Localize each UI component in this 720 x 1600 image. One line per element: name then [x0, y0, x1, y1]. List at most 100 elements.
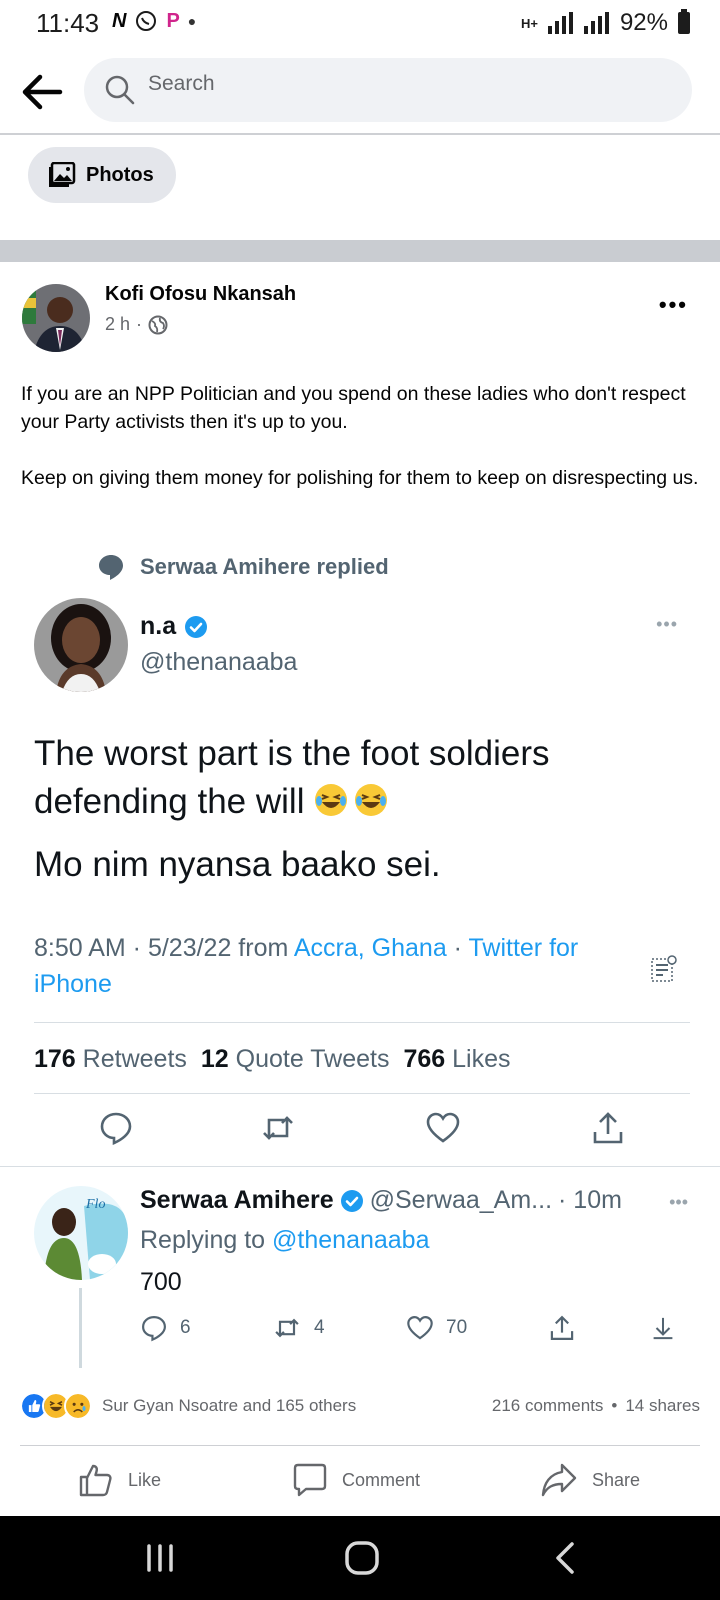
header-divider	[0, 133, 720, 135]
comment-icon	[293, 1463, 327, 1497]
whatsapp-icon	[136, 11, 157, 31]
reply-text: 700	[140, 1268, 182, 1296]
tweet-body: The worst part is the foot soldiers defe…	[34, 730, 684, 826]
sad-reaction-icon	[64, 1392, 92, 1420]
engagement-counts: 216 comments • 14 shares	[492, 1396, 700, 1416]
tweet-author-avatar-image	[34, 598, 128, 692]
speech-bubble-icon	[99, 555, 123, 580]
laughing-tears-emoji-icon	[355, 784, 388, 816]
share-arrow-icon	[541, 1463, 577, 1497]
tweet-body-line2: Mo nim nyansa baako sei.	[34, 845, 441, 884]
post-actions: Like Comment Share	[0, 1462, 720, 1518]
battery-icon	[678, 9, 690, 34]
author-avatar[interactable]	[22, 284, 90, 352]
reply-share-icon	[550, 1315, 574, 1340]
verified-badge-icon	[340, 1189, 363, 1212]
meta-separator: ·	[136, 314, 143, 334]
likes-stat: 766 Likes	[403, 1045, 511, 1073]
tweet-location: Accra, Ghana	[293, 934, 447, 962]
status-time: 11:43	[36, 8, 100, 38]
thumbs-up-icon	[79, 1464, 112, 1497]
tweet-body-line1: The worst part is the foot soldiers defe…	[34, 734, 550, 821]
section-separator	[0, 240, 720, 262]
post-more-options-icon[interactable]: •••	[659, 292, 688, 318]
tweet-stats: 176 Retweets 12 Quote Tweets 766 Likes	[34, 1045, 511, 1074]
counts-separator: •	[611, 1396, 618, 1415]
replying-prefix: Replying to	[140, 1226, 273, 1254]
status-bar: 11:43 N P ● H+ 92%	[0, 0, 720, 46]
picsart-icon: P	[166, 9, 180, 32]
tweet-divider	[34, 1093, 690, 1094]
tweet-analytics-icon	[651, 955, 677, 982]
quote-tweets-stat: 12 Quote Tweets	[200, 1045, 390, 1073]
reply-retweet-icon	[275, 1318, 299, 1338]
tweet-share-icon	[593, 1112, 623, 1144]
tweet-actions	[0, 1110, 720, 1154]
network-type-icon: H+	[520, 15, 538, 31]
like-button[interactable]: Like	[78, 1462, 161, 1498]
back-arrow-icon[interactable]	[20, 72, 64, 112]
reply-download	[650, 1314, 676, 1342]
reactions-summary[interactable]: Sur Gyan Nsoatre and 165 others	[20, 1392, 356, 1420]
reactions-text: Sur Gyan Nsoatre and 165 others	[102, 1396, 357, 1415]
search-icon	[105, 75, 135, 105]
public-globe-icon	[148, 315, 168, 334]
recent-apps-icon[interactable]	[140, 1540, 180, 1576]
reply-likes-count: 70	[446, 1317, 468, 1338]
verified-badge-icon	[185, 615, 208, 638]
post-author-name[interactable]: Kofi Ofosu Nkansah	[105, 283, 296, 306]
share-label: Share	[592, 1469, 641, 1490]
reply-author-avatar-image: Flo	[34, 1186, 128, 1280]
battery-percent: 92%	[619, 9, 668, 36]
photos-icon	[49, 162, 76, 187]
status-right: H+ 92%	[521, 9, 690, 37]
tweet-like-icon	[426, 1112, 460, 1143]
download-icon	[653, 1317, 673, 1340]
post-paragraph: Keep on giving them money for polishing …	[21, 467, 699, 489]
more-notifications-icon: ●	[187, 13, 197, 29]
reply-more-icon: •••	[669, 1192, 688, 1212]
replying-to-handle: @thenanaaba	[272, 1226, 430, 1254]
reply-author-avatar: Flo	[34, 1186, 128, 1280]
post-meta: 2 h ·	[105, 314, 168, 335]
tweet-retweet-icon	[263, 1116, 293, 1140]
search-input[interactable]	[148, 72, 648, 96]
reply-retweets: 4	[272, 1314, 325, 1342]
back-nav-icon[interactable]	[546, 1540, 586, 1576]
reply-likes: 70	[406, 1314, 467, 1342]
tweet-reply-indicator: Serwaa Amihere replied	[96, 552, 389, 582]
tweet-time: 8:50 AM · 5/23/22 from	[34, 934, 294, 962]
tweet-meta-separator: ·	[446, 934, 469, 962]
system-nav-bar	[0, 1516, 720, 1600]
reply-replies: 6	[140, 1314, 191, 1342]
reply-comment-icon	[142, 1316, 166, 1342]
status-app-icons: N P ●	[112, 9, 196, 33]
tweet-handle: @thenanaaba	[140, 648, 298, 676]
post-time[interactable]: 2 h	[105, 314, 130, 335]
tweet-author-avatar	[34, 598, 128, 692]
search-box[interactable]	[84, 58, 692, 122]
home-icon[interactable]	[342, 1540, 382, 1576]
reply-header: Serwaa Amihere @Serwaa_Am... · 10m	[140, 1186, 622, 1215]
reply-replies-count: 6	[180, 1317, 191, 1338]
share-button[interactable]: Share	[540, 1462, 640, 1498]
photos-filter-chip[interactable]: Photos	[28, 147, 176, 203]
like-label: Like	[128, 1469, 162, 1490]
laughing-tears-emoji-icon	[315, 784, 348, 816]
search-header	[0, 56, 720, 132]
post-text: If you are an NPP Politician and you spe…	[21, 380, 701, 520]
reply-indicator-label: Serwaa Amihere replied	[140, 554, 389, 579]
notification-app-icon: N	[112, 9, 127, 32]
tweet-divider	[0, 1166, 720, 1167]
reply-retweets-count: 4	[314, 1317, 325, 1338]
comment-button[interactable]: Comment	[292, 1462, 420, 1498]
comment-label: Comment	[342, 1469, 421, 1490]
signal-icon-2	[583, 12, 609, 34]
photos-chip-label: Photos	[86, 163, 154, 186]
tweet-reply-icon	[100, 1112, 132, 1145]
replying-to: Replying to @thenanaaba	[140, 1226, 430, 1255]
svg-text:Flo: Flo	[85, 1197, 105, 1212]
comments-count[interactable]: 216 comments	[492, 1396, 604, 1416]
shares-count[interactable]: 14 shares	[625, 1396, 700, 1416]
reply-like-icon	[407, 1316, 433, 1340]
